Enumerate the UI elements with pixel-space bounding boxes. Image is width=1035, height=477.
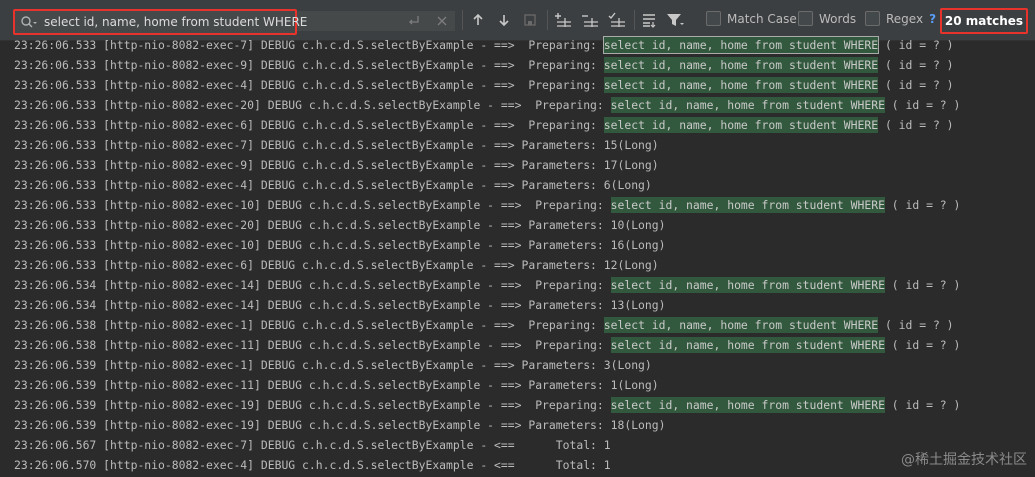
search-match-highlight: select id, name, home from student WHERE — [603, 317, 879, 333]
log-line-text: 23:26:06.539 [http-nio-8082-exec-1] DEBU… — [14, 358, 652, 372]
log-line: 23:26:06.533 [http-nio-8082-exec-6] DEBU… — [0, 115, 1035, 135]
regex-help-icon[interactable]: ? — [929, 12, 936, 26]
log-line: 23:26:06.570 [http-nio-8082-exec-4] DEBU… — [0, 455, 1035, 475]
log-line: 23:26:06.533 [http-nio-8082-exec-7] DEBU… — [0, 135, 1035, 155]
search-match-highlight: select id, name, home from student WHERE — [610, 277, 885, 293]
log-line-text: 23:26:06.538 [http-nio-8082-exec-11] DEB… — [14, 338, 611, 352]
log-line-text: 23:26:06.534 [http-nio-8082-exec-14] DEB… — [14, 298, 666, 312]
log-line-suffix: ( id = ? ) — [884, 398, 961, 412]
log-line: 23:26:06.567 [http-nio-8082-exec-7] DEBU… — [0, 435, 1035, 455]
select-all-occurrences-icon[interactable] — [520, 10, 540, 30]
toolbar-separator — [634, 10, 635, 30]
regex-checkbox[interactable] — [865, 11, 880, 26]
toolbar-separator — [547, 10, 548, 30]
log-line-text: 23:26:06.539 [http-nio-8082-exec-19] DEB… — [14, 398, 611, 412]
log-line: 23:26:06.533 [http-nio-8082-exec-4] DEBU… — [0, 175, 1035, 195]
log-line-text: 23:26:06.533 [http-nio-8082-exec-20] DEB… — [14, 98, 611, 112]
words-label: Words — [819, 11, 857, 26]
log-line: 23:26:06.533 [http-nio-8082-exec-4] DEBU… — [0, 75, 1035, 95]
log-line-text: 23:26:06.534 [http-nio-8082-exec-14] DEB… — [14, 278, 611, 292]
log-line-suffix: ( id = ? ) — [884, 278, 961, 292]
log-line: 23:26:06.533 [http-nio-8082-exec-10] DEB… — [0, 235, 1035, 255]
log-line-text: 23:26:06.570 [http-nio-8082-exec-4] DEBU… — [14, 458, 611, 472]
log-line-suffix: ( id = ? ) — [878, 318, 954, 332]
match-count: 20 matches — [940, 8, 1028, 34]
match-case-label: Match Case — [727, 11, 797, 26]
search-history-icon[interactable] — [20, 11, 42, 33]
search-query-text: select id, name, home from student WHERE — [44, 15, 308, 29]
console-output[interactable]: 23:26:06.533 [http-nio-8082-exec-7] DEBU… — [0, 35, 1035, 475]
log-line: 23:26:06.533 [http-nio-8082-exec-7] DEBU… — [0, 35, 1035, 55]
next-occurrence-icon[interactable] — [494, 10, 514, 30]
log-line: 23:26:06.533 [http-nio-8082-exec-20] DEB… — [0, 95, 1035, 115]
log-line-suffix: ( id = ? ) — [884, 338, 961, 352]
log-line-text: 23:26:06.533 [http-nio-8082-exec-7] DEBU… — [14, 138, 659, 152]
log-line-suffix: ( id = ? ) — [878, 58, 954, 72]
log-line-text: 23:26:06.539 [http-nio-8082-exec-11] DEB… — [14, 378, 659, 392]
log-line-text: 23:26:06.533 [http-nio-8082-exec-4] DEBU… — [14, 78, 604, 92]
log-line: 23:26:06.533 [http-nio-8082-exec-9] DEBU… — [0, 155, 1035, 175]
newline-icon[interactable] — [406, 13, 422, 29]
watermark: @稀土掘金技术社区 — [901, 452, 1027, 468]
log-line: 23:26:06.539 [http-nio-8082-exec-1] DEBU… — [0, 355, 1035, 375]
log-line-suffix: ( id = ? ) — [884, 198, 961, 212]
log-line-text: 23:26:06.533 [http-nio-8082-exec-9] DEBU… — [14, 158, 659, 172]
log-line: 23:26:06.533 [http-nio-8082-exec-10] DEB… — [0, 195, 1035, 215]
log-line-text: 23:26:06.539 [http-nio-8082-exec-19] DEB… — [14, 418, 666, 432]
remove-occurrence-icon[interactable] — [580, 10, 600, 30]
toolbar-separator — [462, 10, 463, 30]
log-line-text: 23:26:06.567 [http-nio-8082-exec-7] DEBU… — [14, 438, 611, 452]
log-line-text: 23:26:06.533 [http-nio-8082-exec-10] DEB… — [14, 198, 611, 212]
search-match-highlight: select id, name, home from student WHERE — [603, 57, 879, 73]
match-case-checkbox[interactable] — [706, 11, 721, 26]
words-checkbox[interactable] — [798, 11, 813, 26]
log-line-suffix: ( id = ? ) — [878, 118, 954, 132]
words-option[interactable]: Words — [798, 11, 856, 26]
regex-label: Regex — [886, 11, 924, 26]
log-line: 23:26:06.539 [http-nio-8082-exec-11] DEB… — [0, 375, 1035, 395]
search-match-highlight: select id, name, home from student WHERE — [610, 337, 885, 353]
log-line: 23:26:06.533 [http-nio-8082-exec-6] DEBU… — [0, 255, 1035, 275]
log-line-suffix: ( id = ? ) — [878, 38, 954, 52]
log-line: 23:26:06.539 [http-nio-8082-exec-19] DEB… — [0, 415, 1035, 435]
log-line-text: 23:26:06.533 [http-nio-8082-exec-6] DEBU… — [14, 118, 604, 132]
log-line-text: 23:26:06.533 [http-nio-8082-exec-6] DEBU… — [14, 258, 659, 272]
previous-occurrence-icon[interactable] — [468, 10, 488, 30]
search-match-highlight: select id, name, home from student WHERE — [610, 97, 885, 113]
filter-icon[interactable] — [665, 10, 685, 30]
log-line-suffix: ( id = ? ) — [878, 78, 954, 92]
clear-search-icon[interactable] — [434, 13, 450, 29]
log-line-text: 23:26:06.533 [http-nio-8082-exec-4] DEBU… — [14, 178, 652, 192]
log-line-text: 23:26:06.533 [http-nio-8082-exec-10] DEB… — [14, 238, 666, 252]
log-line-text: 23:26:06.538 [http-nio-8082-exec-1] DEBU… — [14, 318, 604, 332]
log-line-text: 23:26:06.533 [http-nio-8082-exec-9] DEBU… — [14, 58, 604, 72]
search-box-annotation: select id, name, home from student WHERE — [13, 9, 307, 35]
match-case-option[interactable]: Match Case — [706, 11, 797, 26]
log-line: 23:26:06.538 [http-nio-8082-exec-11] DEB… — [0, 335, 1035, 355]
search-match-highlight: select id, name, home from student WHERE — [603, 117, 879, 133]
log-line-text: 23:26:06.533 [http-nio-8082-exec-20] DEB… — [14, 218, 666, 232]
log-line: 23:26:06.534 [http-nio-8082-exec-14] DEB… — [0, 275, 1035, 295]
log-line-text: 23:26:06.533 [http-nio-8082-exec-7] DEBU… — [14, 38, 604, 52]
add-occurrence-icon[interactable] — [553, 10, 573, 30]
log-line: 23:26:06.533 [http-nio-8082-exec-20] DEB… — [0, 215, 1035, 235]
log-line: 23:26:06.533 [http-nio-8082-exec-9] DEBU… — [0, 55, 1035, 75]
regex-option[interactable]: Regex ? — [865, 11, 936, 26]
filter-lines-icon[interactable] — [639, 10, 659, 30]
select-all-icon[interactable] — [607, 10, 627, 30]
search-input[interactable]: select id, name, home from student WHERE — [20, 11, 460, 33]
log-line-suffix: ( id = ? ) — [884, 98, 961, 112]
log-line: 23:26:06.539 [http-nio-8082-exec-19] DEB… — [0, 395, 1035, 415]
search-match-highlight: select id, name, home from student WHERE — [610, 197, 885, 213]
search-match-highlight: select id, name, home from student WHERE — [610, 397, 885, 413]
log-line: 23:26:06.538 [http-nio-8082-exec-1] DEBU… — [0, 315, 1035, 335]
search-match-highlight: select id, name, home from student WHERE — [602, 36, 880, 54]
log-line: 23:26:06.534 [http-nio-8082-exec-14] DEB… — [0, 295, 1035, 315]
search-match-highlight: select id, name, home from student WHERE — [603, 77, 879, 93]
